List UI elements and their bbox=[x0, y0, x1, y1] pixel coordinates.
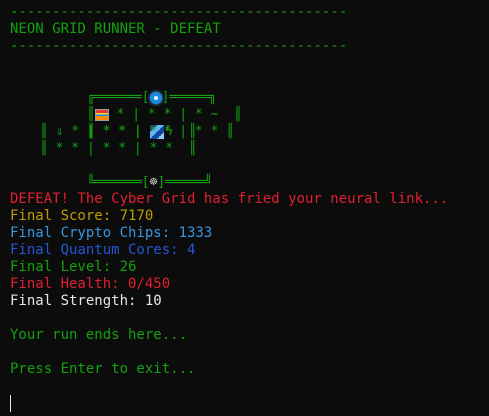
map-row-bottom: ╚══════[☸]═════╝ bbox=[40, 157, 212, 190]
defeat-message: DEFEAT! The Cyber Grid has fried your ne… bbox=[10, 191, 449, 207]
header-rule-top: ---------------------------------------- bbox=[10, 4, 348, 20]
map-row-2: ║ * * | * | * * ║ bbox=[40, 106, 234, 139]
map-row-1: ║ * | * * | * ~ ║ bbox=[40, 89, 242, 122]
exit-prompt: Press Enter to exit... bbox=[10, 361, 196, 377]
final-level: Final Level: 26 bbox=[10, 259, 137, 275]
map-row-3: ║ ⇓ * | * * | * ϟ ║ bbox=[40, 124, 197, 139]
run-end-message: Your run ends here... bbox=[10, 327, 188, 343]
terminal-output: ----------------------------------------… bbox=[10, 4, 489, 378]
final-health: Final Health: 0/450 bbox=[10, 276, 171, 292]
map-border-bottom-right: ]═════╝ bbox=[157, 175, 213, 190]
game-title: NEON GRID RUNNER - DEFEAT bbox=[10, 21, 221, 37]
map-border-bottom-left: ╚══════[ bbox=[86, 175, 150, 190]
header-rule-bottom: ---------------------------------------- bbox=[10, 38, 348, 54]
text-cursor[interactable] bbox=[10, 395, 11, 412]
final-strength: Final Strength: 10 bbox=[10, 293, 162, 309]
final-quantum-cores: Final Quantum Cores: 4 bbox=[10, 242, 196, 258]
final-score: Final Score: 7170 bbox=[10, 208, 154, 224]
map-row-4: ║ * * | * * | * * ║ bbox=[40, 141, 197, 156]
map-row-top: ╔══════[]═════╗ bbox=[40, 72, 216, 105]
final-crypto-chips: Final Crypto Chips: 1333 bbox=[10, 225, 213, 241]
game-map: ╔══════[]═════╗ ║ * | * * | * ~ ║ ║ * * … bbox=[40, 72, 489, 190]
map-row-2-right: ║ bbox=[218, 124, 235, 139]
